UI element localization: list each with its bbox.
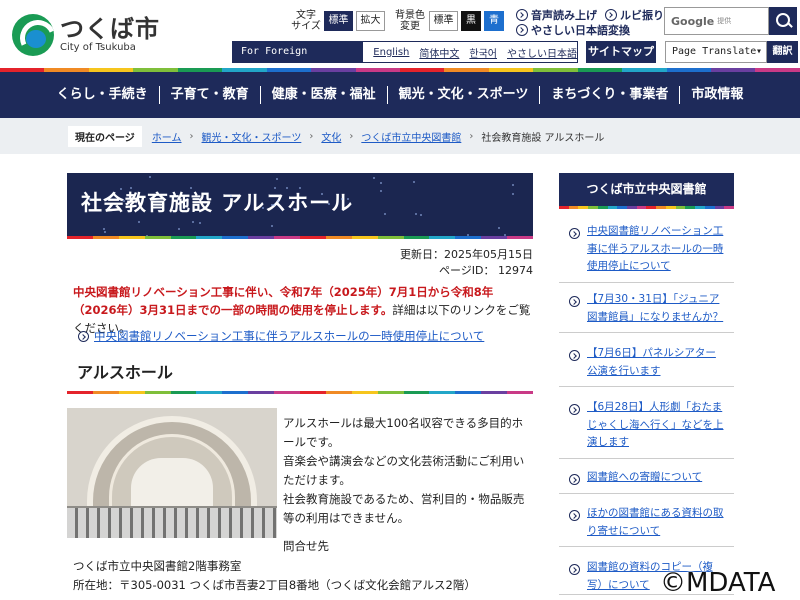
gnav-health[interactable]: 健康・医療・福祉	[259, 86, 387, 104]
chevron-circle-icon	[516, 9, 528, 21]
chevron-circle-icon	[569, 564, 580, 575]
chevron-circle-icon	[78, 330, 89, 342]
page-id: ページID： 12974	[439, 264, 533, 277]
font-size-label: 文字 サイズ	[291, 10, 321, 32]
page-title: 社会教育施設 アルスホール	[81, 191, 354, 215]
chevron-circle-icon	[569, 228, 580, 239]
sidebar-item[interactable]: 【7月6日】パネルシアター公演を行います	[559, 345, 734, 387]
sitemap-button[interactable]: サイトマップ	[586, 41, 656, 63]
breadcrumb-separator: ›	[349, 130, 354, 142]
chevron-circle-icon	[569, 404, 580, 415]
gnav-town[interactable]: まちづくり・事業者	[539, 86, 679, 104]
read-aloud-link[interactable]: 音声読み上げ	[516, 7, 597, 23]
updated-date: 更新日：2025年05月15日	[400, 248, 533, 261]
sidebar-item[interactable]: 【6月28日】人形劇「おたまじゃくし海へ行く」などを上演します	[559, 399, 734, 459]
hall-description: アルスホールは最大100名収容できる多目的ホールです。 音楽会や講演会などの文化…	[283, 414, 533, 528]
bg-blue-button[interactable]: 青	[484, 11, 504, 31]
breadcrumb-library[interactable]: つくば市立中央図書館	[361, 129, 461, 144]
font-large-button[interactable]: 拡大	[356, 11, 385, 31]
breadcrumb-tourism[interactable]: 観光・文化・スポーツ	[202, 129, 302, 144]
hall-photo	[67, 408, 277, 538]
page-translate-select[interactable]: Page Translate	[665, 41, 767, 63]
translate-button[interactable]: 翻訳	[767, 41, 798, 63]
google-logo: Google	[671, 14, 715, 28]
logo-japanese: つくば市	[60, 15, 160, 43]
lang-english-link[interactable]: English	[373, 47, 409, 58]
desc-line: アルスホールは最大100名収容できる多目的ホールです。	[283, 416, 524, 449]
city-logo[interactable]: つくば市 City of Tsukuba	[12, 14, 160, 56]
breadcrumb-home[interactable]: ホーム	[152, 129, 182, 144]
desc-line: 音楽会や講演会などの文化芸術活動にご利用いただけます。	[283, 454, 525, 487]
easy-japanese-link[interactable]: やさしい日本語変換	[516, 22, 630, 38]
lang-korean-link[interactable]: 한국어	[469, 45, 497, 60]
chevron-circle-icon	[516, 24, 528, 36]
contact-address: 所在地：〒305-0031 つくば市吾妻2丁目8番地（つくば文化会館アルス2階）	[73, 578, 476, 592]
contact-info: つくば市立中央図書館2階事務室 所在地：〒305-0031 つくば市吾妻2丁目8…	[73, 557, 476, 595]
breadcrumb-separator: ›	[189, 130, 194, 142]
gnav-childcare[interactable]: 子育て・教育	[158, 86, 260, 104]
font-standard-button[interactable]: 標準	[324, 11, 353, 31]
watermark: ©MDATA	[660, 568, 776, 598]
sidebar-title: つくば市立中央図書館	[559, 173, 734, 206]
google-sub-label: 提供	[717, 17, 732, 25]
search-input[interactable]: Google 提供	[664, 7, 769, 35]
section-heading: アルスホール	[77, 363, 173, 382]
sidebar-item[interactable]: 中央図書館リノベーション工事に伴うアルスホールの一時使用停止について	[559, 223, 734, 283]
search-button[interactable]	[769, 7, 797, 35]
chevron-circle-icon	[569, 474, 580, 485]
breadcrumb-separator: ›	[469, 130, 474, 142]
global-nav: くらし・手続き 子育て・教育 健康・医療・福祉 観光・文化・スポーツ まちづくり…	[0, 72, 800, 118]
sidebar-item[interactable]: ほかの図書館にある資料の取り寄せについて	[559, 505, 734, 547]
desc-line: 社会教育施設であるため、営利目的・物品販売等の利用はできません。	[283, 492, 525, 525]
section-stripe	[67, 391, 534, 394]
chevron-circle-icon	[569, 350, 580, 361]
sidebar-stripe	[559, 206, 734, 209]
lang-easy-japanese-link[interactable]: やさしい日本語	[507, 45, 577, 60]
contact-office: つくば市立中央図書館2階事務室	[73, 559, 242, 573]
sidebar-item[interactable]: 【7月30・31日】「ジュニア図書館員」になりませんか？	[559, 291, 734, 333]
title-band: 社会教育施設 アルスホール	[67, 173, 533, 236]
city-logo-mark-icon	[12, 14, 54, 56]
foreign-residents-label: For Foreign Residents	[233, 42, 364, 77]
chevron-circle-icon	[605, 9, 617, 21]
breadcrumb-label: 現在のページ	[68, 125, 142, 147]
bg-black-button[interactable]: 黒	[461, 11, 481, 31]
bg-standard-button[interactable]: 標準	[429, 11, 458, 31]
contact-heading: 問合せ先	[283, 539, 329, 553]
ruby-link[interactable]: ルビ振り	[605, 7, 664, 23]
breadcrumb: 現在のページ ホーム › 観光・文化・スポーツ › 文化 › つくば市立中央図書…	[0, 118, 800, 154]
breadcrumb-current: 社会教育施設 アルスホール	[481, 132, 605, 144]
breadcrumb-culture[interactable]: 文化	[321, 129, 341, 144]
notice-link[interactable]: 中央図書館リノベーション工事に伴うアルスホールの一時使用停止について	[78, 328, 484, 344]
sidebar-item[interactable]: 図書館への寄贈について	[559, 469, 734, 494]
breadcrumb-separator: ›	[309, 130, 314, 142]
page-meta: 更新日：2025年05月15日 ページID： 12974	[400, 247, 533, 279]
logo-english: City of Tsukuba	[60, 42, 136, 53]
site-header: つくば市 City of Tsukuba 文字 サイズ 標準 拡大 背景色 変更…	[0, 0, 800, 77]
gnav-tourism[interactable]: 観光・文化・スポーツ	[386, 86, 540, 104]
gnav-government[interactable]: 市政情報	[679, 86, 754, 104]
title-stripe	[67, 236, 534, 239]
lang-chinese-link[interactable]: 简体中文	[419, 45, 459, 60]
foreign-residents-bar: For Foreign Residents English 简体中文 한국어 や…	[232, 41, 578, 77]
chevron-circle-icon	[569, 510, 580, 521]
bgcolor-label: 背景色 変更	[395, 10, 425, 32]
chevron-circle-icon	[569, 296, 580, 307]
gnav-living[interactable]: くらし・手続き	[46, 86, 159, 104]
